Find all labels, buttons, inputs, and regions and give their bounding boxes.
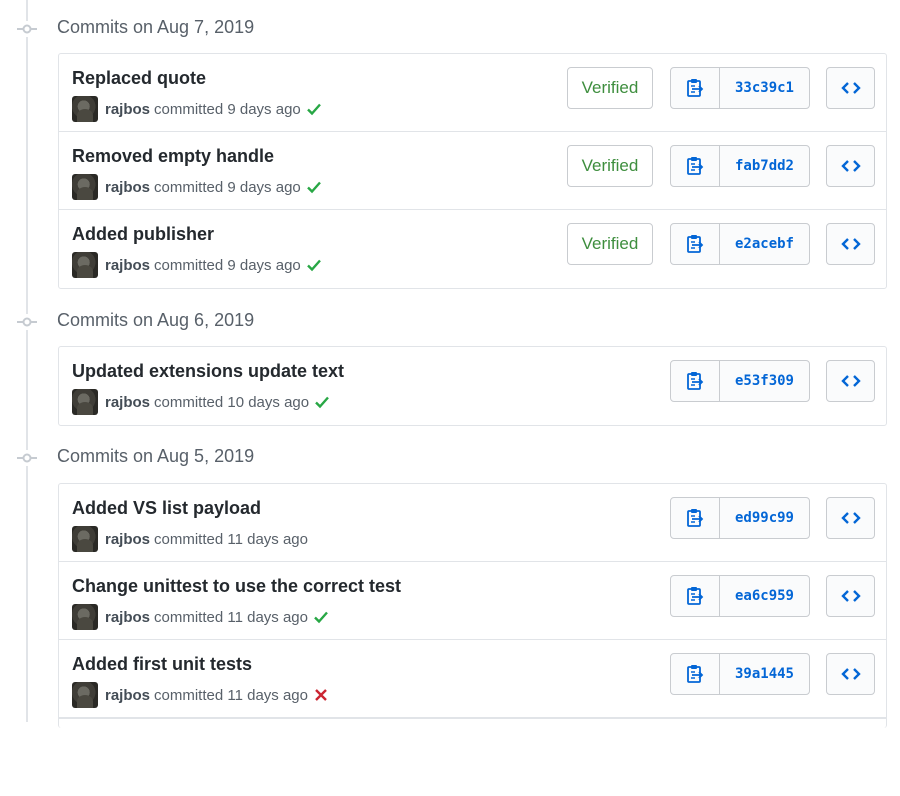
avatar[interactable]: [72, 526, 98, 552]
code-icon[interactable]: [826, 653, 875, 695]
commit-message-link[interactable]: Removed empty handle: [72, 146, 274, 167]
sha-button-group: e53f309: [670, 360, 810, 402]
commit-sha-link[interactable]: ea6c959: [720, 576, 809, 616]
verified-badge[interactable]: Verified: [567, 223, 653, 265]
avatar[interactable]: [72, 389, 98, 415]
code-icon[interactable]: [826, 67, 875, 109]
avatar[interactable]: [72, 96, 98, 122]
sha-button-group: fab7dd2: [670, 145, 810, 187]
avatar[interactable]: [72, 174, 98, 200]
avatar[interactable]: [72, 682, 98, 708]
commit-row: [59, 718, 886, 796]
commit-sha-link[interactable]: e2acebf: [720, 224, 809, 264]
git-commit-icon: [17, 314, 37, 330]
git-commit-icon: [17, 21, 37, 37]
timeline-line: [26, 0, 28, 722]
commit-time: committed 10 days ago: [154, 393, 310, 411]
commit-row: Change unittest to use the correct test …: [59, 562, 886, 640]
commit-group-header: Commits on Aug 7, 2019: [0, 14, 900, 44]
commit-time: committed 9 days ago: [154, 256, 301, 274]
commit-author-link[interactable]: rajbos: [105, 394, 150, 411]
commit-list: Updated extensions update text rajbos co…: [58, 346, 887, 426]
commit-sha-link[interactable]: fab7dd2: [720, 146, 809, 186]
clippy-icon[interactable]: [671, 68, 720, 108]
commit-group-header: Commits on Aug 5, 2019: [0, 443, 900, 473]
x-icon[interactable]: [313, 687, 329, 703]
commit-author-link[interactable]: rajbos: [105, 687, 150, 704]
git-commit-icon: [17, 450, 37, 466]
avatar[interactable]: [72, 252, 98, 278]
commit-row: Added VS list payload rajbos committed 1…: [59, 484, 886, 562]
check-icon[interactable]: [313, 609, 329, 625]
check-icon[interactable]: [314, 394, 330, 410]
commit-message-link[interactable]: Added publisher: [72, 224, 214, 245]
commit-list: Added VS list payload rajbos committed 1…: [58, 483, 887, 728]
commit-time: committed 11 days ago: [154, 530, 308, 548]
code-icon[interactable]: [826, 223, 875, 265]
code-icon[interactable]: [826, 497, 875, 539]
commit-author-link[interactable]: rajbos: [105, 257, 150, 274]
commit-message-link[interactable]: Added first unit tests: [72, 654, 252, 675]
commit-row: Added publisher rajbos committed 9 days …: [59, 210, 886, 288]
commit-time: committed 11 days ago: [154, 608, 308, 626]
commit-sha-link[interactable]: ed99c99: [720, 498, 809, 538]
commit-sha-link[interactable]: e53f309: [720, 361, 809, 401]
sha-button-group: ed99c99: [670, 497, 810, 539]
commit-message-link[interactable]: Change unittest to use the correct test: [72, 576, 401, 597]
verified-badge[interactable]: Verified: [567, 67, 653, 109]
check-icon[interactable]: [306, 179, 322, 195]
clippy-icon[interactable]: [671, 654, 720, 694]
code-icon[interactable]: [826, 360, 875, 402]
commit-row: Updated extensions update text rajbos co…: [59, 347, 886, 425]
commit-author-link[interactable]: rajbos: [105, 179, 150, 196]
commit-group-header: Commits on Aug 6, 2019: [0, 307, 900, 337]
sha-button-group: e2acebf: [670, 223, 810, 265]
commit-row: Removed empty handle rajbos committed 9 …: [59, 132, 886, 210]
avatar[interactable]: [72, 604, 98, 630]
commit-time: committed 9 days ago: [154, 100, 301, 118]
clippy-icon[interactable]: [671, 576, 720, 616]
sha-button-group: 33c39c1: [670, 67, 810, 109]
verified-badge[interactable]: Verified: [567, 145, 653, 187]
commit-row: Replaced quote rajbos committed 9 days a…: [59, 54, 886, 132]
commit-group-title: Commits on Aug 6, 2019: [57, 310, 255, 330]
sha-button-group: 39a1445: [670, 653, 810, 695]
commit-group-title: Commits on Aug 5, 2019: [57, 446, 255, 466]
clippy-icon[interactable]: [671, 498, 720, 538]
commit-sha-link[interactable]: 33c39c1: [720, 68, 809, 108]
commit-message-link[interactable]: Added VS list payload: [72, 498, 261, 519]
commit-row: Added first unit tests rajbos committed …: [59, 640, 886, 718]
check-icon[interactable]: [306, 257, 322, 273]
code-icon[interactable]: [826, 145, 875, 187]
clippy-icon[interactable]: [671, 146, 720, 186]
commit-time: committed 11 days ago: [154, 686, 308, 704]
commit-author-link[interactable]: rajbos: [105, 531, 150, 548]
check-icon[interactable]: [306, 101, 322, 117]
commit-sha-link[interactable]: 39a1445: [720, 654, 809, 694]
commit-time: committed 9 days ago: [154, 178, 301, 196]
code-icon[interactable]: [826, 575, 875, 617]
sha-button-group: ea6c959: [670, 575, 810, 617]
commit-group-title: Commits on Aug 7, 2019: [57, 17, 255, 37]
commit-author-link[interactable]: rajbos: [105, 101, 150, 118]
clippy-icon[interactable]: [671, 361, 720, 401]
commit-author-link[interactable]: rajbos: [105, 609, 150, 626]
clippy-icon[interactable]: [671, 224, 720, 264]
commit-list: Replaced quote rajbos committed 9 days a…: [58, 53, 887, 289]
commit-message-link[interactable]: Updated extensions update text: [72, 361, 344, 382]
commit-message-link[interactable]: Replaced quote: [72, 68, 206, 89]
